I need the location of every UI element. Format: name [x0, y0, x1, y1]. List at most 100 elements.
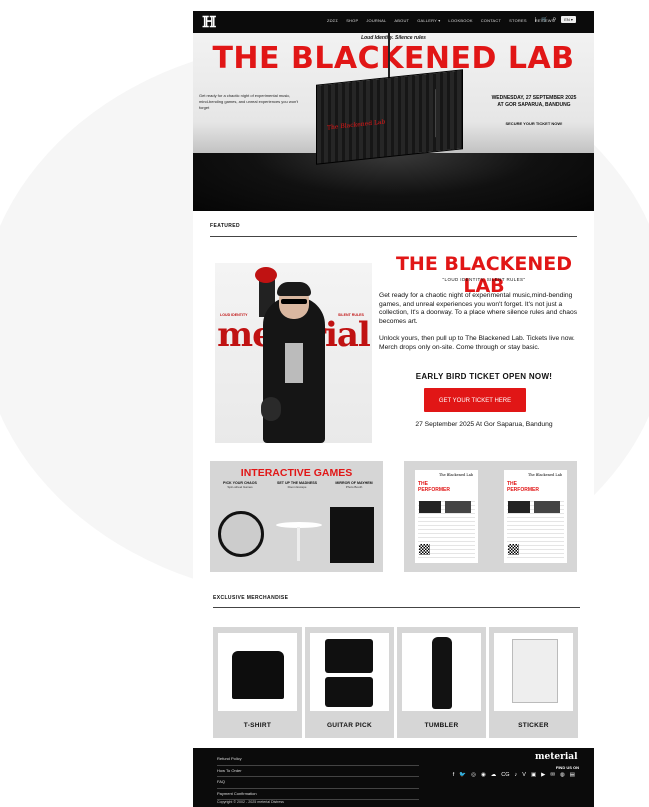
- merch-divider: [213, 607, 580, 608]
- guitar-pick-card-back: [325, 677, 373, 707]
- web-page: ℍ ΖΩΣΣ SHOP JOURNAL ABOUT GALLERY ▾ LOOK…: [193, 11, 594, 807]
- hero-banner[interactable]: Loud Identity. Silence rules THE BLACKEN…: [193, 33, 594, 211]
- merch-image: [494, 633, 573, 711]
- container-cable: [388, 33, 390, 79]
- nav-link-home[interactable]: ΖΩΣΣ: [327, 18, 338, 23]
- game-sub: Room Escape: [287, 485, 307, 489]
- instagram-icon[interactable]: ◎: [471, 772, 476, 779]
- early-bird-heading: EARLY BIRD TICKET OPEN NOW!: [415, 372, 553, 381]
- tiktok-icon[interactable]: ♪: [515, 772, 518, 779]
- nav-link-about[interactable]: ABOUT: [394, 18, 409, 23]
- games-title: INTERACTIVE GAMES: [240, 467, 353, 479]
- photo-booth-image: [330, 507, 374, 563]
- container-door: [435, 86, 458, 138]
- merch-label-text: T-SHIRT: [243, 722, 272, 729]
- line-icon[interactable]: ◍: [560, 772, 565, 779]
- hero-ground-image: [193, 153, 594, 211]
- shop-icon[interactable]: ▤: [570, 772, 575, 779]
- merch-image: [310, 633, 389, 711]
- hero-date: WEDNESDAY, 27 SEPTEMBER 2025 AT GOR SAPA…: [479, 95, 589, 109]
- hero-date-line2: AT GOR SAPARUA, BANDUNG: [497, 102, 571, 108]
- tumbler-image: [432, 637, 452, 709]
- footer-link-faq[interactable]: FAQ: [217, 777, 419, 789]
- performer-poster: THE PERFORMER The Blackened Lab: [415, 470, 478, 563]
- nav-link-shop[interactable]: SHOP: [346, 18, 358, 23]
- nav-link-lookbook[interactable]: LOOKBOOK: [448, 18, 472, 23]
- sunglasses: [281, 299, 307, 304]
- sticker-image: [512, 639, 558, 703]
- footer: Refund Policy How To Order FAQ Payment C…: [193, 748, 594, 807]
- search-icon[interactable]: ⚲: [553, 17, 557, 23]
- footer-links: Refund Policy How To Order FAQ Payment C…: [217, 754, 419, 800]
- footer-link-how-to-order[interactable]: How To Order: [217, 766, 419, 777]
- featured-title: THE BLACKENED LAB: [395, 253, 573, 297]
- performer-banner[interactable]: THE PERFORMER The Blackened Lab THE PERF…: [404, 461, 577, 572]
- featured-photo: meterial LOUD IDENTITY SILENT RULES: [215, 263, 372, 443]
- merch-card-guitar-pick[interactable]: GUITAR PICK: [305, 627, 394, 738]
- spin-wheel-image: [218, 511, 264, 557]
- container-logo: The Blackened Lab: [327, 118, 386, 132]
- guitar-pick-card: [325, 639, 373, 673]
- facebook-icon[interactable]: f: [453, 772, 455, 779]
- band-photo: [419, 501, 441, 513]
- hero-title: THE BLACKENED LAB: [212, 41, 575, 76]
- brand-logo[interactable]: ℍ: [202, 14, 216, 30]
- merch-image: [218, 633, 297, 711]
- shipping-container-image: The Blackened Lab: [316, 69, 463, 165]
- cg-icon[interactable]: CG: [501, 772, 509, 779]
- band-logo: [445, 501, 471, 513]
- email-icon[interactable]: ✉: [550, 772, 555, 779]
- vimeo-icon[interactable]: V: [522, 772, 526, 779]
- youtube-icon[interactable]: ▶: [541, 772, 545, 779]
- games-list: PICK YOUR CHAOS Spin-wheel Games SET UP …: [214, 481, 380, 489]
- game-sub: Photo Booth: [345, 485, 363, 489]
- merch-card-tumbler[interactable]: TUMBLER: [397, 627, 486, 738]
- footer-link-payment[interactable]: Payment Confirmation: [217, 789, 419, 800]
- merch-label-text: STICKER: [518, 722, 549, 729]
- language-selector[interactable]: EN ▾: [561, 16, 576, 23]
- hero-cta[interactable]: SECURE YOUR TICKET NOW!: [479, 121, 589, 126]
- tshirt-image: [232, 651, 284, 699]
- photo-tag-left: LOUD IDENTITY: [220, 313, 248, 317]
- cart-icon[interactable]: 🛒: [541, 17, 547, 23]
- interactive-games-banner[interactable]: INTERACTIVE GAMES PICK YOUR CHAOS Spin-w…: [210, 461, 383, 572]
- game-sub: Spin-wheel Games: [227, 485, 253, 489]
- red-roses: [255, 267, 277, 283]
- nav-link-contact[interactable]: CONTACT: [481, 18, 501, 23]
- poster-brand: The Blackened Lab: [528, 473, 563, 477]
- qr-code: [419, 544, 430, 555]
- hero-description: Get ready for a chaotic night of experim…: [199, 93, 299, 110]
- hero-date-line1: WEDNESDAY, 27 SEPTEMBER 2025: [491, 95, 577, 101]
- qr-code: [508, 544, 519, 555]
- store-icon[interactable]: ▣: [531, 772, 536, 779]
- featured-divider: [210, 236, 577, 237]
- game-item: SET UP THE MADNESS Room Escape: [271, 481, 323, 489]
- performer-poster: THE PERFORMER The Blackened Lab: [504, 470, 567, 563]
- footer-link-refund[interactable]: Refund Policy: [217, 754, 419, 766]
- divider: |: [535, 16, 537, 23]
- band-logo: [534, 501, 560, 513]
- shirt-print: [285, 343, 303, 383]
- band-photo: [508, 501, 530, 513]
- featured-label: FEATURED: [210, 223, 241, 229]
- get-ticket-button[interactable]: GET YOUR TICKET HERE: [424, 388, 526, 412]
- top-navbar: ℍ ΖΩΣΣ SHOP JOURNAL ABOUT GALLERY ▾ LOOK…: [193, 11, 594, 33]
- nav-icons: | 🛒 ⚲ EN ▾: [535, 16, 576, 23]
- merch-card-sticker[interactable]: STICKER: [489, 627, 578, 738]
- nav-link-stores[interactable]: STORES: [509, 18, 527, 23]
- performer-heading-line2: PERFORMER: [507, 486, 539, 493]
- poster-brand: The Blackened Lab: [439, 473, 474, 477]
- photo-tag-right: SILENT RULES: [338, 313, 364, 317]
- soundcloud-icon[interactable]: ☁: [491, 772, 497, 779]
- performer-heading: THE PERFORMER: [507, 481, 539, 493]
- helmet: [261, 397, 281, 421]
- pinterest-icon[interactable]: ◉: [481, 772, 486, 779]
- social-icons: f 🐦 ◎ ◉ ☁ CG ♪ V ▣ ▶ ✉ ◍ ▤: [435, 772, 575, 779]
- nav-link-journal[interactable]: JOURNAL: [366, 18, 386, 23]
- twitter-icon[interactable]: 🐦: [459, 772, 466, 779]
- merch-card-tshirt[interactable]: T-SHIRT: [213, 627, 302, 738]
- nav-link-gallery[interactable]: GALLERY ▾: [417, 18, 440, 23]
- nav-links: ΖΩΣΣ SHOP JOURNAL ABOUT GALLERY ▾ LOOKBO…: [327, 18, 555, 23]
- featured-paragraph-1: Get ready for a chaotic night of experim…: [379, 292, 578, 325]
- event-date: 27 September 2025 At Gor Saparua, Bandun…: [415, 421, 553, 428]
